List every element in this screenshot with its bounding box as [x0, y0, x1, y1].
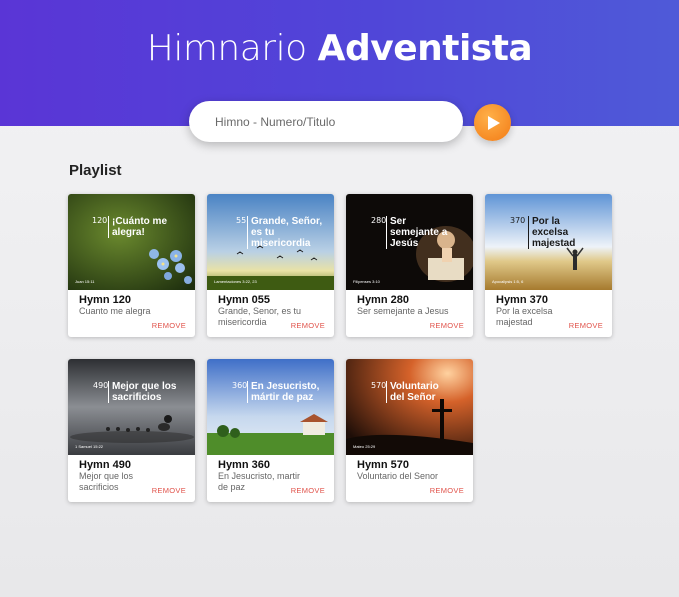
thumbnail-reference: 1 Samuel 15:22	[75, 444, 104, 449]
thumbnail-title: Mejor que los sacrificios	[108, 381, 178, 403]
remove-button[interactable]: REMOVE	[569, 321, 603, 330]
thumbnail-number: 280	[371, 216, 387, 225]
app-title-bold: Adventista	[317, 28, 533, 69]
remove-button[interactable]: REMOVE	[291, 321, 325, 330]
thumbnail-reference: Filipenses 3:10	[353, 279, 380, 284]
play-button[interactable]	[474, 104, 511, 141]
hymn-thumbnail[interactable]: 370 Por la excelsa majestad Apocalipsis …	[485, 194, 612, 290]
hymn-subtitle: Voluntario del Senor	[357, 471, 439, 481]
playlist-card[interactable]: 360 En Jesucristo, mártir de paz Hymn 36…	[207, 359, 334, 502]
hymn-thumbnail[interactable]: 55 Grande, Señor, es tu misericordia Lam…	[207, 194, 334, 290]
cross-sunset-image	[346, 359, 473, 455]
playlist-title: Playlist	[69, 162, 122, 179]
thumbnail-title: Voluntario del Señor	[386, 381, 452, 403]
hymn-thumbnail[interactable]: 360 En Jesucristo, mártir de paz	[207, 359, 334, 455]
thumbnail-title: En Jesucristo, mártir de paz	[247, 381, 331, 403]
thumbnail-number: 490	[93, 381, 109, 390]
remove-button[interactable]: REMOVE	[291, 486, 325, 495]
search-input[interactable]	[215, 114, 435, 129]
playlist-card[interactable]: 280 Ser semejante a Jesús Filipenses 3:1…	[346, 194, 473, 337]
playlist-card[interactable]: 570 Voluntario del Señor Mateo 25:29 Hym…	[346, 359, 473, 502]
hymn-subtitle: Ser semejante a Jesus	[357, 306, 449, 316]
hymn-thumbnail[interactable]: 280 Ser semejante a Jesús Filipenses 3:1…	[346, 194, 473, 290]
thumbnail-reference: Juan 15:11	[75, 279, 95, 284]
play-icon	[488, 115, 500, 130]
remove-button[interactable]: REMOVE	[430, 321, 464, 330]
hymn-name: Hymn 055	[218, 294, 270, 306]
remove-button[interactable]: REMOVE	[152, 486, 186, 495]
hymn-name: Hymn 570	[357, 459, 409, 471]
search-bar[interactable]	[189, 101, 463, 142]
thumbnail-reference: Mateo 25:29	[353, 444, 376, 449]
thumbnail-number: 370	[510, 216, 526, 225]
house-landscape-image	[207, 359, 334, 455]
hymn-thumbnail[interactable]: 490 Mejor que los sacrificios 1 Samuel 1…	[68, 359, 195, 455]
hymn-name: Hymn 120	[79, 294, 131, 306]
thumbnail-title: Por la excelsa majestad	[528, 216, 598, 249]
thumbnail-title: ¡Cuánto me alegra!	[108, 216, 170, 238]
hymn-name: Hymn 490	[79, 459, 131, 471]
hymn-name: Hymn 370	[496, 294, 548, 306]
playlist-card[interactable]: 120 ¡Cuánto me alegra! Juan 15:11 Hymn 1…	[68, 194, 195, 337]
thumbnail-number: 570	[371, 381, 387, 390]
app-title: Himnario Adventista	[0, 28, 679, 69]
thumbnail-reference: Lamentaciones 3:22, 23	[214, 279, 257, 284]
hymn-thumbnail[interactable]: 120 ¡Cuánto me alegra! Juan 15:11	[68, 194, 195, 290]
hymn-thumbnail[interactable]: 570 Voluntario del Señor Mateo 25:29	[346, 359, 473, 455]
playlist-card[interactable]: 55 Grande, Señor, es tu misericordia Lam…	[207, 194, 334, 337]
playlist-card[interactable]: 490 Mejor que los sacrificios 1 Samuel 1…	[68, 359, 195, 502]
thumbnail-number: 120	[92, 216, 108, 225]
hymn-subtitle: Cuanto me alegra	[79, 306, 151, 316]
ducks-image	[68, 359, 195, 455]
hymn-name: Hymn 360	[218, 459, 270, 471]
thumbnail-title: Grande, Señor, es tu misericordia	[247, 216, 331, 249]
thumbnail-number: 360	[232, 381, 248, 390]
hymn-name: Hymn 280	[357, 294, 409, 306]
remove-button[interactable]: REMOVE	[152, 321, 186, 330]
remove-button[interactable]: REMOVE	[430, 486, 464, 495]
flowers-image	[68, 194, 195, 290]
thumbnail-number: 55	[236, 216, 247, 225]
app-title-light: Himnario	[146, 28, 307, 69]
thumbnail-title: Ser semejante a Jesús	[386, 216, 452, 249]
thumbnail-reference: Apocalipsis 1:5, 6	[492, 279, 524, 284]
playlist-card[interactable]: 370 Por la excelsa majestad Apocalipsis …	[485, 194, 612, 337]
